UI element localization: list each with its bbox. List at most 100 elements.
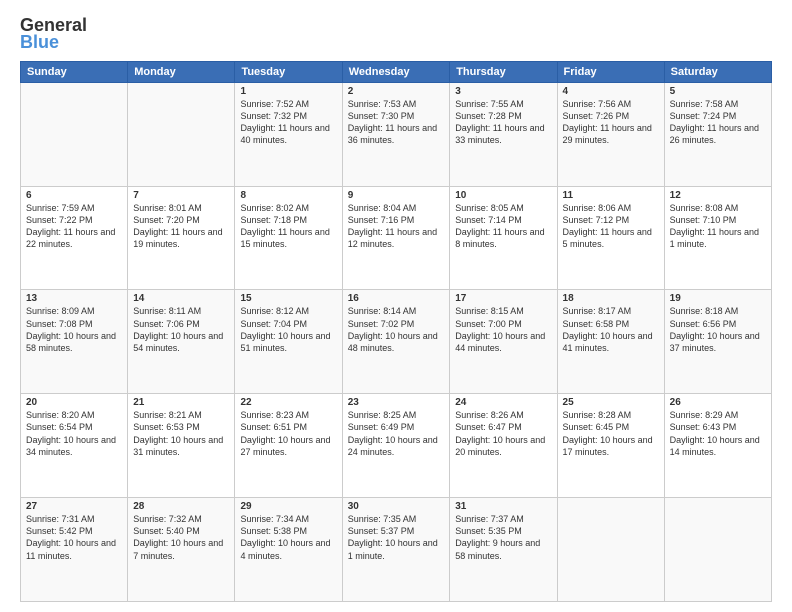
day-info: Sunrise: 7:58 AM Sunset: 7:24 PM Dayligh… xyxy=(670,98,766,147)
day-number: 5 xyxy=(670,86,766,97)
col-header-friday: Friday xyxy=(557,61,664,82)
calendar-cell: 12Sunrise: 8:08 AM Sunset: 7:10 PM Dayli… xyxy=(664,186,771,290)
day-info: Sunrise: 8:08 AM Sunset: 7:10 PM Dayligh… xyxy=(670,202,766,251)
col-header-wednesday: Wednesday xyxy=(342,61,450,82)
day-number: 24 xyxy=(455,397,551,408)
calendar-cell: 28Sunrise: 7:32 AM Sunset: 5:40 PM Dayli… xyxy=(128,498,235,602)
day-number: 19 xyxy=(670,293,766,304)
calendar-table: SundayMondayTuesdayWednesdayThursdayFrid… xyxy=(20,61,772,602)
day-number: 8 xyxy=(240,190,336,201)
calendar-cell: 15Sunrise: 8:12 AM Sunset: 7:04 PM Dayli… xyxy=(235,290,342,394)
day-number: 13 xyxy=(26,293,122,304)
day-info: Sunrise: 7:34 AM Sunset: 5:38 PM Dayligh… xyxy=(240,513,336,562)
calendar-cell: 25Sunrise: 8:28 AM Sunset: 6:45 PM Dayli… xyxy=(557,394,664,498)
calendar-cell: 26Sunrise: 8:29 AM Sunset: 6:43 PM Dayli… xyxy=(664,394,771,498)
day-info: Sunrise: 7:55 AM Sunset: 7:28 PM Dayligh… xyxy=(455,98,551,147)
col-header-monday: Monday xyxy=(128,61,235,82)
calendar-cell: 29Sunrise: 7:34 AM Sunset: 5:38 PM Dayli… xyxy=(235,498,342,602)
calendar-cell xyxy=(21,82,128,186)
calendar-cell: 11Sunrise: 8:06 AM Sunset: 7:12 PM Dayli… xyxy=(557,186,664,290)
calendar-cell: 6Sunrise: 7:59 AM Sunset: 7:22 PM Daylig… xyxy=(21,186,128,290)
day-info: Sunrise: 8:26 AM Sunset: 6:47 PM Dayligh… xyxy=(455,409,551,458)
calendar-week-1: 1Sunrise: 7:52 AM Sunset: 7:32 PM Daylig… xyxy=(21,82,772,186)
day-info: Sunrise: 7:52 AM Sunset: 7:32 PM Dayligh… xyxy=(240,98,336,147)
calendar-week-5: 27Sunrise: 7:31 AM Sunset: 5:42 PM Dayli… xyxy=(21,498,772,602)
page: General Blue SundayMondayTuesdayWednesda… xyxy=(0,0,792,612)
day-info: Sunrise: 7:37 AM Sunset: 5:35 PM Dayligh… xyxy=(455,513,551,562)
day-info: Sunrise: 8:11 AM Sunset: 7:06 PM Dayligh… xyxy=(133,305,229,354)
day-number: 10 xyxy=(455,190,551,201)
day-info: Sunrise: 8:15 AM Sunset: 7:00 PM Dayligh… xyxy=(455,305,551,354)
calendar-cell: 20Sunrise: 8:20 AM Sunset: 6:54 PM Dayli… xyxy=(21,394,128,498)
day-number: 3 xyxy=(455,86,551,97)
calendar-cell: 13Sunrise: 8:09 AM Sunset: 7:08 PM Dayli… xyxy=(21,290,128,394)
day-info: Sunrise: 8:21 AM Sunset: 6:53 PM Dayligh… xyxy=(133,409,229,458)
calendar-cell: 10Sunrise: 8:05 AM Sunset: 7:14 PM Dayli… xyxy=(450,186,557,290)
day-number: 31 xyxy=(455,501,551,512)
col-header-saturday: Saturday xyxy=(664,61,771,82)
day-info: Sunrise: 8:09 AM Sunset: 7:08 PM Dayligh… xyxy=(26,305,122,354)
day-number: 23 xyxy=(348,397,445,408)
header: General Blue xyxy=(20,16,772,53)
day-info: Sunrise: 8:12 AM Sunset: 7:04 PM Dayligh… xyxy=(240,305,336,354)
day-number: 22 xyxy=(240,397,336,408)
day-number: 18 xyxy=(563,293,659,304)
day-info: Sunrise: 7:53 AM Sunset: 7:30 PM Dayligh… xyxy=(348,98,445,147)
calendar-cell: 24Sunrise: 8:26 AM Sunset: 6:47 PM Dayli… xyxy=(450,394,557,498)
calendar-cell: 31Sunrise: 7:37 AM Sunset: 5:35 PM Dayli… xyxy=(450,498,557,602)
calendar-cell: 8Sunrise: 8:02 AM Sunset: 7:18 PM Daylig… xyxy=(235,186,342,290)
day-number: 27 xyxy=(26,501,122,512)
day-number: 26 xyxy=(670,397,766,408)
calendar-cell: 2Sunrise: 7:53 AM Sunset: 7:30 PM Daylig… xyxy=(342,82,450,186)
day-number: 25 xyxy=(563,397,659,408)
day-info: Sunrise: 8:23 AM Sunset: 6:51 PM Dayligh… xyxy=(240,409,336,458)
day-info: Sunrise: 7:56 AM Sunset: 7:26 PM Dayligh… xyxy=(563,98,659,147)
day-info: Sunrise: 8:20 AM Sunset: 6:54 PM Dayligh… xyxy=(26,409,122,458)
col-header-thursday: Thursday xyxy=(450,61,557,82)
calendar-cell: 23Sunrise: 8:25 AM Sunset: 6:49 PM Dayli… xyxy=(342,394,450,498)
day-info: Sunrise: 8:18 AM Sunset: 6:56 PM Dayligh… xyxy=(670,305,766,354)
logo: General Blue xyxy=(20,16,87,53)
calendar-cell: 3Sunrise: 7:55 AM Sunset: 7:28 PM Daylig… xyxy=(450,82,557,186)
calendar-cell: 30Sunrise: 7:35 AM Sunset: 5:37 PM Dayli… xyxy=(342,498,450,602)
calendar-cell: 16Sunrise: 8:14 AM Sunset: 7:02 PM Dayli… xyxy=(342,290,450,394)
calendar-cell xyxy=(557,498,664,602)
calendar-cell: 5Sunrise: 7:58 AM Sunset: 7:24 PM Daylig… xyxy=(664,82,771,186)
day-info: Sunrise: 7:59 AM Sunset: 7:22 PM Dayligh… xyxy=(26,202,122,251)
day-number: 1 xyxy=(240,86,336,97)
day-info: Sunrise: 7:32 AM Sunset: 5:40 PM Dayligh… xyxy=(133,513,229,562)
day-number: 29 xyxy=(240,501,336,512)
day-number: 11 xyxy=(563,190,659,201)
day-number: 6 xyxy=(26,190,122,201)
day-number: 4 xyxy=(563,86,659,97)
calendar-header-row: SundayMondayTuesdayWednesdayThursdayFrid… xyxy=(21,61,772,82)
calendar-cell: 7Sunrise: 8:01 AM Sunset: 7:20 PM Daylig… xyxy=(128,186,235,290)
day-number: 20 xyxy=(26,397,122,408)
day-info: Sunrise: 7:31 AM Sunset: 5:42 PM Dayligh… xyxy=(26,513,122,562)
day-info: Sunrise: 8:02 AM Sunset: 7:18 PM Dayligh… xyxy=(240,202,336,251)
day-info: Sunrise: 8:01 AM Sunset: 7:20 PM Dayligh… xyxy=(133,202,229,251)
calendar-cell: 14Sunrise: 8:11 AM Sunset: 7:06 PM Dayli… xyxy=(128,290,235,394)
calendar-week-2: 6Sunrise: 7:59 AM Sunset: 7:22 PM Daylig… xyxy=(21,186,772,290)
calendar-cell: 17Sunrise: 8:15 AM Sunset: 7:00 PM Dayli… xyxy=(450,290,557,394)
day-number: 17 xyxy=(455,293,551,304)
day-info: Sunrise: 7:35 AM Sunset: 5:37 PM Dayligh… xyxy=(348,513,445,562)
calendar-cell: 21Sunrise: 8:21 AM Sunset: 6:53 PM Dayli… xyxy=(128,394,235,498)
day-number: 12 xyxy=(670,190,766,201)
day-number: 15 xyxy=(240,293,336,304)
calendar-week-3: 13Sunrise: 8:09 AM Sunset: 7:08 PM Dayli… xyxy=(21,290,772,394)
day-number: 21 xyxy=(133,397,229,408)
calendar-week-4: 20Sunrise: 8:20 AM Sunset: 6:54 PM Dayli… xyxy=(21,394,772,498)
day-info: Sunrise: 8:14 AM Sunset: 7:02 PM Dayligh… xyxy=(348,305,445,354)
day-number: 30 xyxy=(348,501,445,512)
day-number: 9 xyxy=(348,190,445,201)
calendar-cell: 27Sunrise: 7:31 AM Sunset: 5:42 PM Dayli… xyxy=(21,498,128,602)
day-number: 14 xyxy=(133,293,229,304)
day-number: 7 xyxy=(133,190,229,201)
calendar-cell: 22Sunrise: 8:23 AM Sunset: 6:51 PM Dayli… xyxy=(235,394,342,498)
day-info: Sunrise: 8:06 AM Sunset: 7:12 PM Dayligh… xyxy=(563,202,659,251)
day-info: Sunrise: 8:04 AM Sunset: 7:16 PM Dayligh… xyxy=(348,202,445,251)
day-info: Sunrise: 8:29 AM Sunset: 6:43 PM Dayligh… xyxy=(670,409,766,458)
day-number: 28 xyxy=(133,501,229,512)
col-header-sunday: Sunday xyxy=(21,61,128,82)
